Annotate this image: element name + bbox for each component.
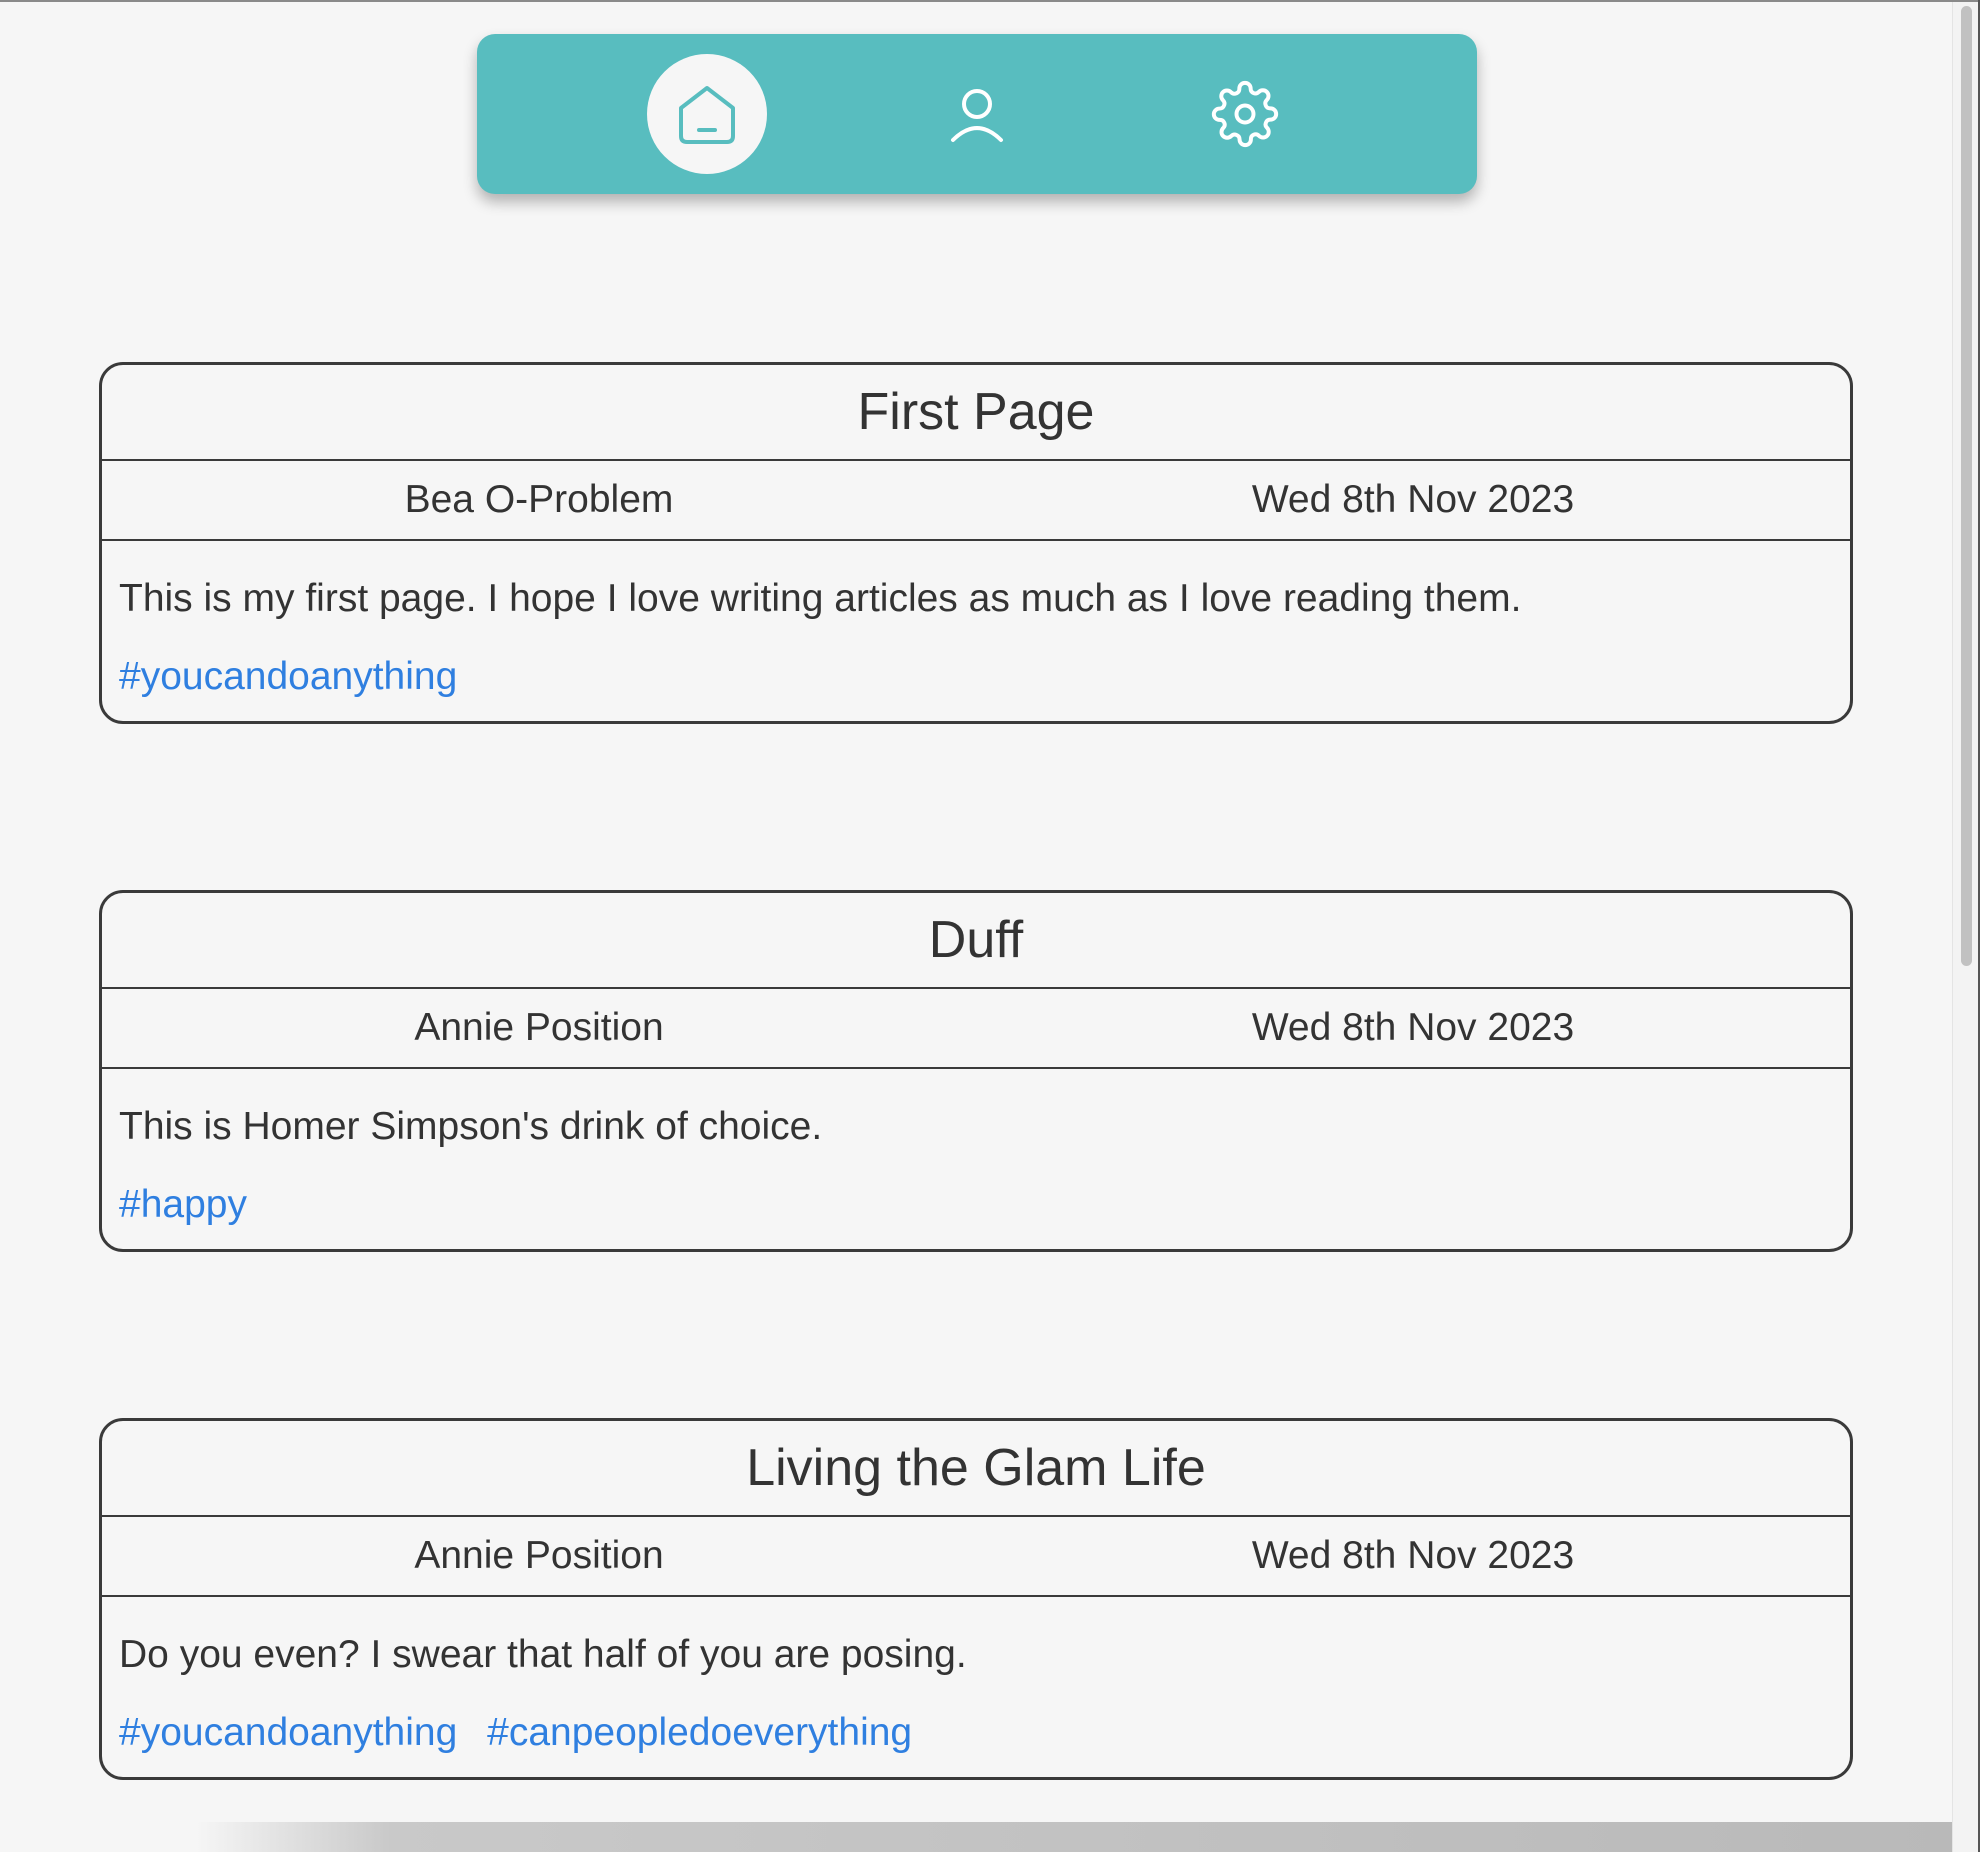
nav-settings-button[interactable]: Settings (1185, 54, 1305, 174)
article-title: Duff (102, 893, 1850, 989)
article-card: Living the Glam Life Annie Position Wed … (99, 1418, 1853, 1780)
article-tags: #youcandoanything (119, 653, 476, 701)
article-tags: #happy (119, 1181, 266, 1229)
article-body: Do you even? I swear that half of you ar… (119, 1633, 967, 1676)
gear-icon (1211, 80, 1279, 148)
article-card: Duff Annie Position Wed 8th Nov 2023 Thi… (99, 890, 1853, 1252)
scrollbar-thumb[interactable] (1961, 6, 1972, 966)
article-tags: #youcandoanything #canpeopledoeverything (119, 1709, 931, 1757)
hashtag-link[interactable]: #happy (119, 1183, 247, 1226)
home-icon (679, 86, 735, 144)
article-author: Annie Position (414, 1534, 664, 1577)
article-card: First Page Bea O-Problem Wed 8th Nov 202… (99, 362, 1853, 724)
article-title: Living the Glam Life (102, 1421, 1850, 1517)
window-bottom-shadow (0, 1822, 1952, 1852)
article-date: Wed 8th Nov 2023 (1251, 1534, 1575, 1577)
article-date: Wed 8th Nov 2023 (1251, 478, 1575, 521)
article-body: This is Homer Simpson's drink of choice. (119, 1105, 823, 1148)
article-meta-row: Annie Position Wed 8th Nov 2023 (102, 1517, 1850, 1597)
article-meta-row: Bea O-Problem Wed 8th Nov 2023 (102, 461, 1850, 541)
article-author: Annie Position (414, 1006, 664, 1049)
hashtag-link[interactable]: #youcandoanything (119, 1711, 457, 1754)
nav-home-button[interactable]: Home (647, 54, 767, 174)
article-author: Bea O-Problem (404, 478, 674, 521)
hashtag-link[interactable]: #canpeopledoeverything (487, 1711, 912, 1754)
article-body: This is my first page. I hope I love wri… (119, 577, 1522, 620)
article-title: First Page (102, 365, 1850, 461)
nav-profile-button[interactable]: Profile (917, 54, 1037, 174)
window-top-edge (0, 0, 1980, 2)
user-icon (951, 89, 1003, 142)
hashtag-link[interactable]: #youcandoanything (119, 655, 457, 698)
article-meta-row: Annie Position Wed 8th Nov 2023 (102, 989, 1850, 1069)
article-date: Wed 8th Nov 2023 (1251, 1006, 1575, 1049)
top-navigation-bar: Home Profile Settings (477, 34, 1477, 194)
